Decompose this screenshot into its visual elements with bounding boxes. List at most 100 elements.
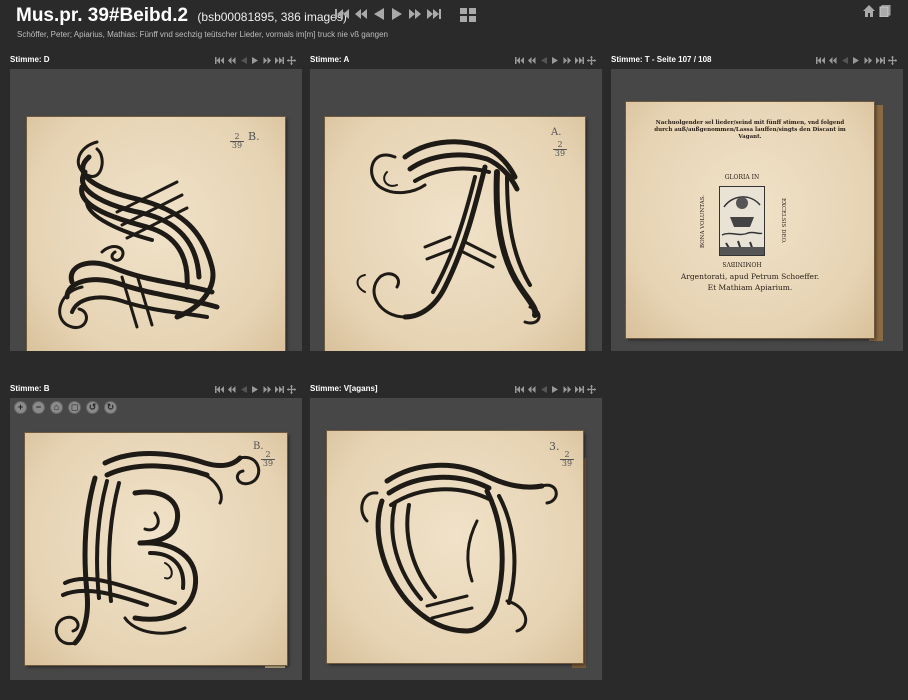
initial-letter-d xyxy=(58,140,220,329)
prev-icon[interactable] xyxy=(539,56,548,65)
move-icon[interactable] xyxy=(587,56,596,65)
woodcut-illustration xyxy=(720,187,764,255)
panel-header: Stimme: T - Seite 107 / 108 xyxy=(611,51,903,69)
panel-label: Stimme: D xyxy=(10,55,50,64)
home-icon[interactable] xyxy=(863,5,875,17)
first-icon[interactable] xyxy=(515,56,524,65)
panel-navigation xyxy=(515,385,596,394)
last-icon[interactable] xyxy=(876,56,885,65)
prev-icon[interactable] xyxy=(239,56,248,65)
imprint-line-1: Argentorati, apud Petrum Schoeffer. xyxy=(680,272,820,281)
next-fast-icon[interactable] xyxy=(263,56,272,65)
initial-letter-v xyxy=(360,462,558,634)
page-image: 2 39 B. xyxy=(27,117,285,351)
document-id: (bsb00081895, 386 images) xyxy=(197,10,347,24)
first-icon[interactable] xyxy=(215,385,224,394)
document-title: Mus.pr. 39#Beibd.2 (bsb00081895, 386 ima… xyxy=(16,5,347,27)
panel-navigation xyxy=(816,56,897,65)
panel-label: Stimme: A xyxy=(310,55,350,64)
global-navigation xyxy=(334,7,442,21)
image-viewport[interactable]: 2 39 A. xyxy=(310,69,602,351)
panel-navigation xyxy=(215,56,296,65)
viewer-panel-t: Stimme: T - Seite 107 / 108 Nachuolgende… xyxy=(611,51,903,371)
prev-fast-icon[interactable] xyxy=(527,385,536,394)
image-viewport[interactable]: Nachuolgender sel lieder/seind mit fünff… xyxy=(611,69,903,351)
imprint-line-2: Et Mathiam Apiarium. xyxy=(707,283,793,292)
prev-icon[interactable] xyxy=(539,385,548,394)
grid-view-icon[interactable] xyxy=(460,8,476,22)
next-icon[interactable] xyxy=(551,385,560,394)
woodcut-caption-top: GLORIA IN xyxy=(724,174,760,181)
initial-letter-b xyxy=(54,451,261,646)
prev-icon[interactable] xyxy=(239,385,248,394)
next-fast-icon[interactable] xyxy=(864,56,873,65)
woodcut-caption-bottom: HOMINIBVS xyxy=(722,260,762,267)
next-icon[interactable] xyxy=(251,56,260,65)
previous-page-icon[interactable] xyxy=(372,7,386,21)
title-page-heading: Nachuolgender sel lieder/seind mit fünff… xyxy=(654,120,846,140)
top-bar: Mus.pr. 39#Beibd.2 (bsb00081895, 386 ima… xyxy=(0,0,908,44)
prev-fast-icon[interactable] xyxy=(227,56,236,65)
next-fast-icon[interactable] xyxy=(563,385,572,394)
first-page-icon[interactable] xyxy=(334,7,350,21)
panel-label: Stimme: T - Seite 107 / 108 xyxy=(611,55,712,64)
zoom-toolbar: + − ⌂ ◻ ↺ ↻ xyxy=(14,401,117,414)
panel-label: Stimme: B xyxy=(10,384,50,393)
panel-header: Stimme: A xyxy=(310,51,602,69)
prev-icon[interactable] xyxy=(840,56,849,65)
panel-label: Stimme: V[agans] xyxy=(310,384,378,393)
prev-fast-icon[interactable] xyxy=(227,385,236,394)
viewer-panel-a: Stimme: A 2 39 A. xyxy=(310,51,602,371)
first-icon[interactable] xyxy=(215,56,224,65)
last-icon[interactable] xyxy=(575,385,584,394)
last-icon[interactable] xyxy=(275,385,284,394)
documents-icon[interactable] xyxy=(879,5,891,17)
next-icon[interactable] xyxy=(251,385,260,394)
prev-fast-icon[interactable] xyxy=(828,56,837,65)
last-page-icon[interactable] xyxy=(426,7,442,21)
rotate-right-icon[interactable]: ↻ xyxy=(104,401,117,414)
move-icon[interactable] xyxy=(888,56,897,65)
first-icon[interactable] xyxy=(515,385,524,394)
initial-letter-a xyxy=(356,139,541,325)
next-icon[interactable] xyxy=(852,56,861,65)
last-icon[interactable] xyxy=(575,56,584,65)
panel-navigation xyxy=(515,56,596,65)
viewer-panel-b: Stimme: B + − ⌂ ◻ ↺ ↻ 2 39 B. xyxy=(10,380,302,700)
document-subtitle: Schöffer, Peter; Apiarius, Mathias: Fünf… xyxy=(17,30,388,39)
woodcut-caption-left: BONA VOLUNTAS. xyxy=(700,194,706,248)
fast-forward-icon[interactable] xyxy=(408,7,422,21)
next-fast-icon[interactable] xyxy=(263,385,272,394)
fast-back-icon[interactable] xyxy=(354,7,368,21)
panel-header: Stimme: D xyxy=(10,51,302,69)
title-page-image: Nachuolgender sel lieder/seind mit fünff… xyxy=(626,102,874,338)
fullscreen-icon[interactable]: ◻ xyxy=(68,401,81,414)
page-image: 2 39 A. xyxy=(325,117,585,351)
rotate-left-icon[interactable]: ↺ xyxy=(86,401,99,414)
next-fast-icon[interactable] xyxy=(563,56,572,65)
zoom-out-icon[interactable]: − xyxy=(32,401,45,414)
woodcut-image xyxy=(719,186,765,256)
shelfmark-title: Mus.pr. 39#Beibd.2 xyxy=(16,5,189,26)
home-view-icon[interactable]: ⌂ xyxy=(50,401,63,414)
move-icon[interactable] xyxy=(287,385,296,394)
zoom-in-icon[interactable]: + xyxy=(14,401,27,414)
next-icon[interactable] xyxy=(551,56,560,65)
image-viewport[interactable]: 2 39 B. xyxy=(10,69,302,351)
panel-header: Stimme: V[agans] xyxy=(310,380,602,398)
last-icon[interactable] xyxy=(275,56,284,65)
image-viewport[interactable]: 2 39 3. xyxy=(310,398,602,680)
move-icon[interactable] xyxy=(287,56,296,65)
move-icon[interactable] xyxy=(587,385,596,394)
page-image: 2 39 B. xyxy=(25,433,287,665)
panel-navigation xyxy=(215,385,296,394)
image-viewport[interactable]: + − ⌂ ◻ ↺ ↻ 2 39 B. xyxy=(10,398,302,680)
first-icon[interactable] xyxy=(816,56,825,65)
viewer-panel-v: Stimme: V[agans] 2 39 3. xyxy=(310,380,602,700)
viewer-panel-d: Stimme: D 2 39 B. xyxy=(10,51,302,371)
next-page-icon[interactable] xyxy=(390,7,404,21)
panel-header: Stimme: B xyxy=(10,380,302,398)
prev-fast-icon[interactable] xyxy=(527,56,536,65)
woodcut-caption-right: EXCELSIS DEO. xyxy=(780,198,786,244)
page-image: 2 39 3. xyxy=(327,431,583,663)
